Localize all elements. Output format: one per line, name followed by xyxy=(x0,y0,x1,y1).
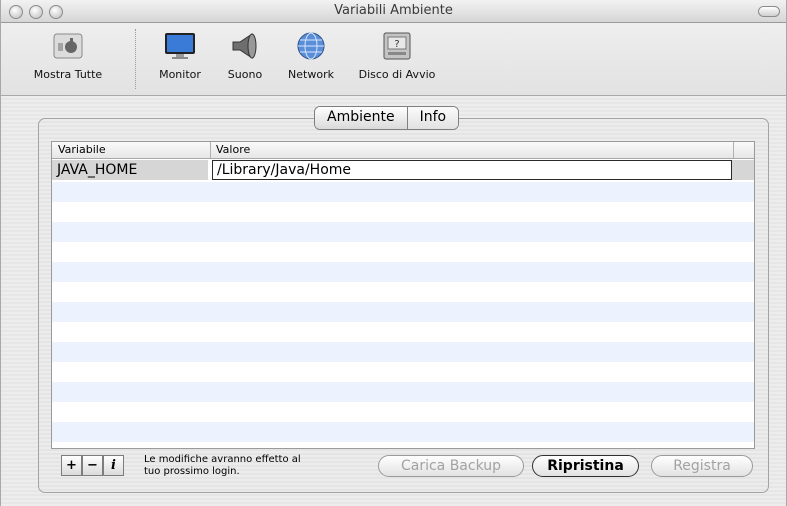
apple-prefs-icon xyxy=(51,31,85,61)
add-variable-button[interactable]: + xyxy=(61,455,82,476)
remove-variable-button[interactable]: − xyxy=(82,455,103,476)
table-row[interactable]: JAVA_HOME /Library/Java/Home xyxy=(52,160,754,180)
empty-row xyxy=(52,322,754,342)
empty-row xyxy=(52,282,754,302)
tab-info[interactable]: Info xyxy=(407,107,459,129)
speaker-icon xyxy=(228,31,262,61)
login-note-line: Le modifiche avranno effetto al xyxy=(144,454,301,465)
toolbar-item-monitor[interactable]: Monitor xyxy=(149,31,211,81)
environment-variables-table: Variabile Valore JAVA_HOME /Library/Java… xyxy=(51,141,755,449)
login-note-line: tuo prossimo login. xyxy=(144,466,240,477)
value-edit-field[interactable]: /Library/Java/Home xyxy=(212,160,732,180)
preferences-window: Variabili Ambiente Mostra Tutte Monitor … xyxy=(0,0,787,506)
empty-row xyxy=(52,342,754,362)
empty-row xyxy=(52,422,754,442)
monitor-icon xyxy=(163,31,197,61)
empty-row xyxy=(52,222,754,242)
empty-row xyxy=(52,262,754,282)
row-filler xyxy=(732,160,754,180)
toolbar-item-label: Disco di Avvio xyxy=(358,68,436,81)
globe-icon xyxy=(294,31,328,61)
toolbar-item-label: Suono xyxy=(227,68,263,81)
toolbar-item-startup-disk[interactable]: ? Disco di Avvio xyxy=(351,31,443,81)
tab-control: Ambiente Info xyxy=(314,106,460,130)
startup-disk-icon: ? xyxy=(380,31,414,61)
column-header-variable[interactable]: Variabile xyxy=(58,143,106,156)
restore-button[interactable]: Ripristina xyxy=(532,455,639,477)
save-button[interactable]: Registra xyxy=(651,455,753,477)
login-note: Le modifiche avranno effetto al tuo pros… xyxy=(144,454,364,478)
toolbar: Mostra Tutte Monitor Suono Network ? Dis… xyxy=(1,23,786,96)
variable-cell[interactable]: JAVA_HOME xyxy=(52,160,208,180)
title-bar[interactable]: Variabili Ambiente xyxy=(1,0,786,23)
toolbar-item-network[interactable]: Network xyxy=(281,31,341,81)
toolbar-item-label: Monitor xyxy=(159,68,201,81)
table-header: Variabile Valore xyxy=(52,142,754,159)
svg-text:?: ? xyxy=(394,39,399,50)
empty-row xyxy=(52,202,754,222)
toolbar-separator xyxy=(135,29,136,89)
column-divider[interactable] xyxy=(733,142,734,158)
column-header-value[interactable]: Valore xyxy=(216,143,250,156)
empty-row xyxy=(52,402,754,422)
empty-row xyxy=(52,242,754,262)
toolbar-item-sound[interactable]: Suono xyxy=(219,31,271,81)
load-backup-button[interactable]: Carica Backup xyxy=(378,455,524,477)
empty-row xyxy=(52,362,754,382)
toolbar-toggle-button[interactable] xyxy=(758,6,780,17)
toolbar-item-label: Network xyxy=(288,68,334,81)
info-button[interactable]: i xyxy=(103,455,124,476)
empty-row xyxy=(52,302,754,322)
toolbar-item-label: Mostra Tutte xyxy=(33,68,103,81)
window-title: Variabili Ambiente xyxy=(334,3,453,18)
empty-row xyxy=(52,382,754,402)
empty-row xyxy=(52,182,754,202)
toolbar-item-show-all[interactable]: Mostra Tutte xyxy=(13,31,123,81)
tab-ambiente[interactable]: Ambiente xyxy=(315,107,408,129)
column-divider[interactable] xyxy=(210,142,211,158)
